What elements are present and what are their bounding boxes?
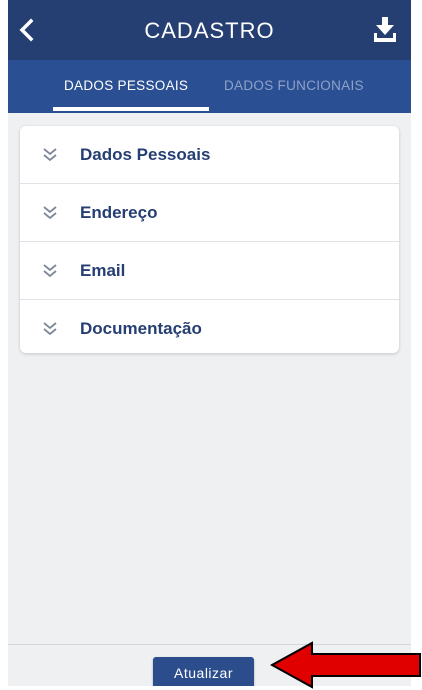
section-documentacao[interactable]: Documentação: [20, 300, 399, 357]
double-chevron-down-icon: [43, 148, 57, 162]
top-app-bar: CADASTRO: [8, 0, 411, 60]
download-icon: [374, 17, 396, 42]
section-email[interactable]: Email: [20, 242, 399, 300]
tab-dados-pessoais[interactable]: DADOS PESSOAIS: [64, 78, 188, 93]
update-button[interactable]: Atualizar: [153, 657, 254, 686]
download-button[interactable]: [371, 14, 399, 46]
page-title: CADASTRO: [144, 18, 275, 43]
active-tab-indicator: [53, 107, 209, 111]
double-chevron-down-icon: [43, 264, 57, 278]
app-screen: CADASTRO DADOS PESSOAIS DADOS FUNCIONAIS…: [8, 0, 411, 686]
tab-dados-funcionais[interactable]: DADOS FUNCIONAIS: [224, 78, 364, 93]
double-chevron-down-icon: [43, 322, 57, 336]
section-dados-pessoais[interactable]: Dados Pessoais: [20, 126, 399, 184]
tab-bar: DADOS PESSOAIS DADOS FUNCIONAIS: [8, 60, 411, 113]
section-label: Dados Pessoais: [80, 145, 211, 164]
section-endereco[interactable]: Endereço: [20, 184, 399, 242]
sections-card: Dados Pessoais Endereço Email Documentaç…: [20, 126, 399, 353]
section-label: Email: [80, 261, 126, 280]
double-chevron-down-icon: [43, 206, 57, 220]
red-arrow-annotation: [270, 641, 421, 689]
section-label: Endereço: [80, 203, 158, 222]
section-label: Documentação: [80, 319, 202, 338]
